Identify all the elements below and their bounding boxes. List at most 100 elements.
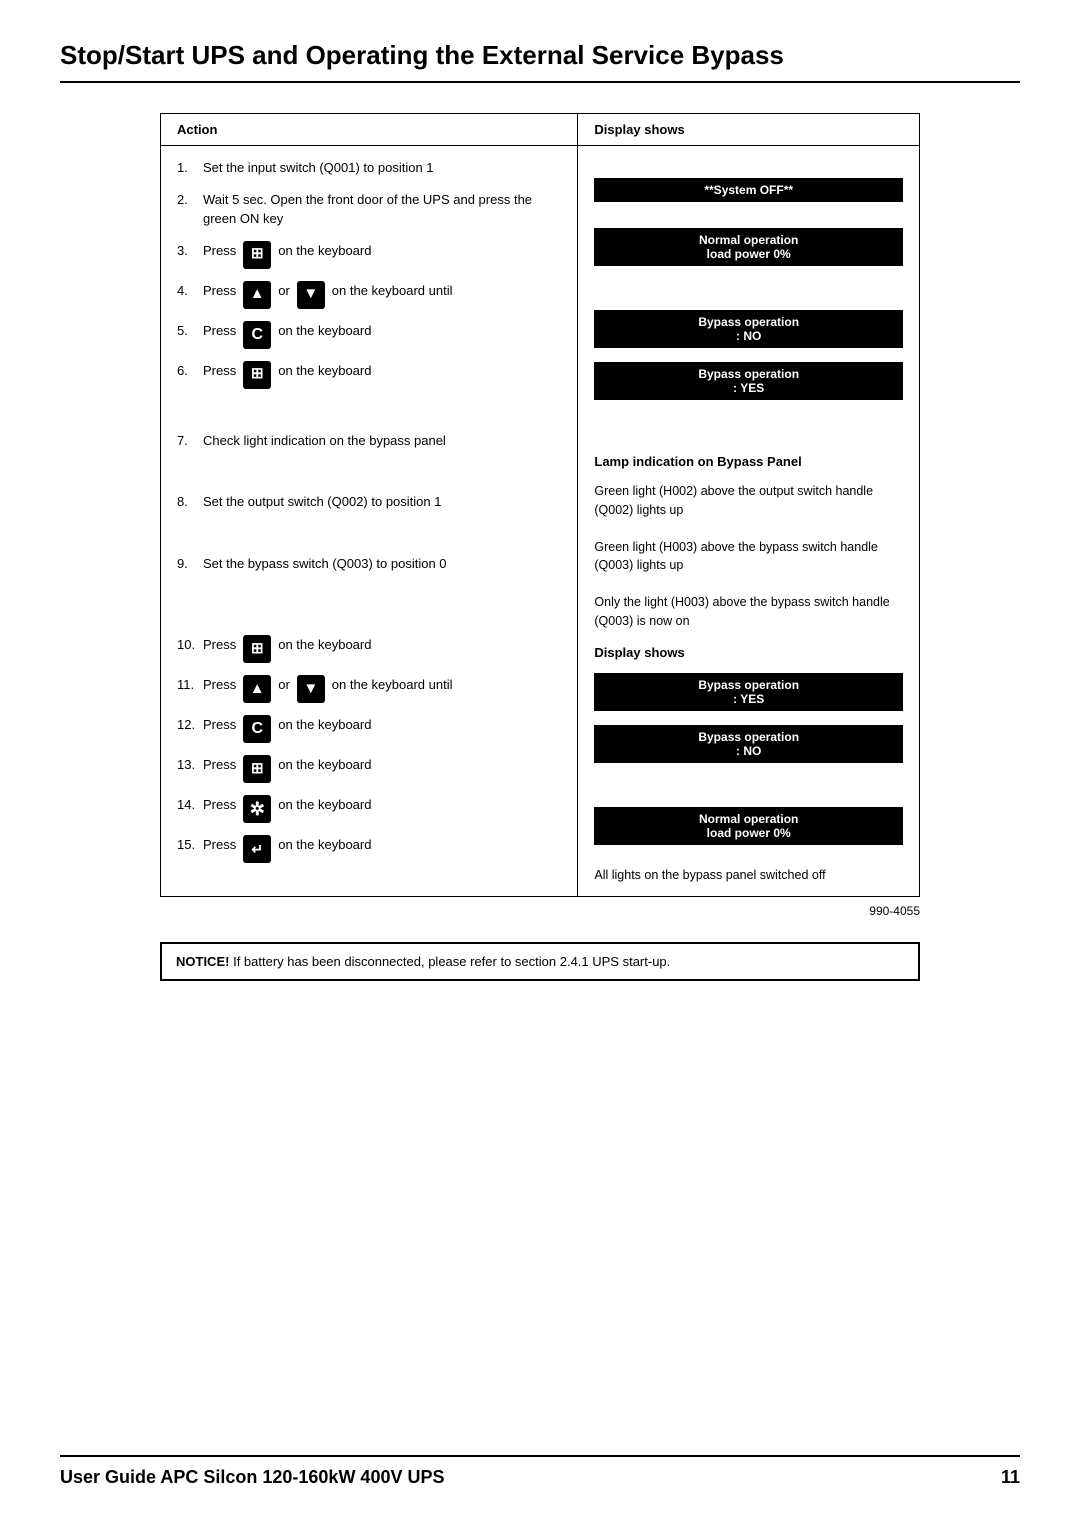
step-14-row: 14. Press ✲ on the keyboard	[177, 795, 561, 823]
step-11-up-icon: ▲	[243, 675, 271, 703]
step-4-row: 4. Press ▲ or ▼ on the keyboard until	[177, 281, 561, 309]
step-4-press: Press	[203, 281, 236, 301]
step-4-suffix: on the keyboard until	[332, 281, 453, 301]
badge-bypass-no2-line2: : NO	[736, 744, 761, 758]
step-2-text: Wait 5 sec. Open the front door of the U…	[203, 190, 561, 229]
step-2-num: 2.	[177, 190, 199, 210]
step-4-or: or	[278, 281, 290, 301]
step-4-num: 4.	[177, 281, 199, 301]
step-5-press: Press	[203, 321, 236, 341]
badge-normal-op: Normal operation load power 0%	[594, 228, 903, 266]
step-13-num: 13.	[177, 755, 199, 775]
footer-bar: User Guide APC Silcon 120-160kW 400V UPS…	[60, 1455, 1020, 1488]
step-3-icon: ⊞	[243, 241, 271, 269]
step-9-row: 9. Set the bypass switch (Q003) to posit…	[177, 554, 561, 574]
step-15-enter-icon: ↵	[243, 835, 271, 863]
badge-normal-op-line1: Normal operation	[699, 233, 798, 247]
step-15-row: 15. Press ↵ on the keyboard	[177, 835, 561, 863]
step-6-row: 6. Press ⊞ on the keyboard	[177, 361, 561, 389]
display-col-header: Display shows	[578, 114, 919, 146]
step-14-num: 14.	[177, 795, 199, 815]
step-14-press: Press	[203, 795, 236, 815]
badge-bypass-yes-line1: Bypass operation	[698, 367, 799, 381]
badge-bypass-yes2-line2: : YES	[733, 692, 764, 706]
badge-bypass-yes-line2: : YES	[733, 381, 764, 395]
badge-bypass-yes-wrapper: Bypass operation : YES	[594, 362, 903, 406]
lamp2-text: Green light (H003) above the bypass swit…	[594, 538, 903, 576]
step-5-num: 5.	[177, 321, 199, 341]
step-4-up-icon: ▲	[243, 281, 271, 309]
step-6-suffix: on the keyboard	[278, 361, 371, 381]
step-3-row: 3. Press ⊞ on the keyboard	[177, 241, 561, 269]
step-1-text: Set the input switch (Q001) to position …	[203, 158, 434, 178]
badge-bypass-no2-line1: Bypass operation	[698, 730, 799, 744]
badge-system-off: **System OFF**	[594, 178, 903, 202]
badge-bypass-yes2-wrapper: Bypass operation : YES	[594, 673, 903, 717]
badge-normal-op-line2: load power 0%	[707, 247, 791, 261]
step-13-press: Press	[203, 755, 236, 775]
step-8-text: Set the output switch (Q002) to position…	[203, 492, 441, 512]
step-10-press: Press	[203, 635, 236, 655]
display-inner: **System OFF** Normal operation load pow…	[594, 158, 903, 884]
badge-normal-op2-wrapper: Normal operation load power 0%	[594, 807, 903, 851]
notice-title: NOTICE!	[176, 954, 229, 969]
main-table-wrapper: Action Display shows 1. Set the input sw…	[160, 113, 920, 897]
step-12-suffix: on the keyboard	[278, 715, 371, 735]
step-11-num: 11.	[177, 675, 199, 695]
step-4-down-icon: ▼	[297, 281, 325, 309]
footer-title: User Guide APC Silcon 120-160kW 400V UPS	[60, 1467, 445, 1488]
display-shows-2: Display shows	[594, 645, 903, 660]
badge-bypass-no: Bypass operation : NO	[594, 310, 903, 348]
step-9-text: Set the bypass switch (Q003) to position…	[203, 554, 447, 574]
main-table: Action Display shows 1. Set the input sw…	[161, 114, 919, 896]
step-2-row: 2. Wait 5 sec. Open the front door of th…	[177, 190, 561, 229]
footer-page: 11	[1001, 1467, 1020, 1488]
step-15-num: 15.	[177, 835, 199, 855]
step-5-suffix: on the keyboard	[278, 321, 371, 341]
badge-bypass-no-wrapper: Bypass operation : NO	[594, 310, 903, 354]
step-13-row: 13. Press ⊞ on the keyboard	[177, 755, 561, 783]
step-3-num: 3.	[177, 241, 199, 261]
notice-body: If battery has been disconnected, please…	[233, 954, 670, 969]
badge-bypass-no2-wrapper: Bypass operation : NO	[594, 725, 903, 769]
lamp-header: Lamp indication on Bypass Panel	[594, 454, 903, 469]
step-7-text: Check light indication on the bypass pan…	[203, 431, 446, 451]
step-10-icon: ⊞	[243, 635, 271, 663]
step-7-row: 7. Check light indication on the bypass …	[177, 431, 561, 451]
action-col: 1. Set the input switch (Q001) to positi…	[161, 146, 578, 897]
badge-system-off-wrapper: **System OFF**	[594, 178, 903, 208]
page-title: Stop/Start UPS and Operating the Externa…	[60, 40, 1020, 83]
step-13-suffix: on the keyboard	[278, 755, 371, 775]
lamp1-text: Green light (H002) above the output swit…	[594, 482, 903, 520]
step-11-press: Press	[203, 675, 236, 695]
badge-bypass-yes2: Bypass operation : YES	[594, 673, 903, 711]
badge-bypass-yes2-line1: Bypass operation	[698, 678, 799, 692]
step-6-num: 6.	[177, 361, 199, 381]
step-12-press: Press	[203, 715, 236, 735]
step-1-num: 1.	[177, 158, 199, 178]
badge-bypass-no2: Bypass operation : NO	[594, 725, 903, 763]
badge-bypass-yes: Bypass operation : YES	[594, 362, 903, 400]
badge-normal-op2: Normal operation load power 0%	[594, 807, 903, 845]
step-8-num: 8.	[177, 492, 199, 512]
step-1-row: 1. Set the input switch (Q001) to positi…	[177, 158, 561, 178]
step-11-down-icon: ▼	[297, 675, 325, 703]
step-13-icon: ⊞	[243, 755, 271, 783]
step-10-suffix: on the keyboard	[278, 635, 371, 655]
step-14-suffix: on the keyboard	[278, 795, 371, 815]
step-14-star-icon: ✲	[243, 795, 271, 823]
step-12-c-icon: C	[243, 715, 271, 743]
step-10-num: 10.	[177, 635, 199, 655]
notice-box: NOTICE! If battery has been disconnected…	[160, 942, 920, 981]
badge-normal-op2-line2: load power 0%	[707, 826, 791, 840]
step-12-row: 12. Press C on the keyboard	[177, 715, 561, 743]
step-8-row: 8. Set the output switch (Q002) to posit…	[177, 492, 561, 512]
page: Stop/Start UPS and Operating the Externa…	[0, 0, 1080, 1528]
step-5-row: 5. Press C on the keyboard	[177, 321, 561, 349]
step-3-suffix: on the keyboard	[278, 241, 371, 261]
all-lights-off: All lights on the bypass panel switched …	[594, 866, 903, 885]
badge-bypass-no-line2: : NO	[736, 329, 761, 343]
step-7-num: 7.	[177, 431, 199, 451]
step-11-or: or	[278, 675, 290, 695]
step-10-row: 10. Press ⊞ on the keyboard	[177, 635, 561, 663]
